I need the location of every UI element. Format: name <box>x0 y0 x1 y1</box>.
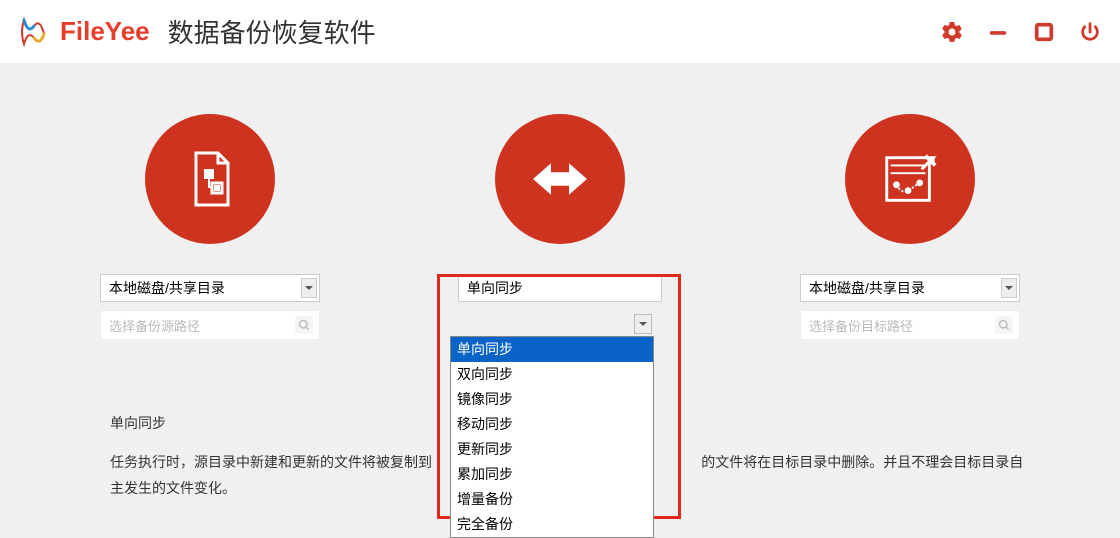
target-path-input[interactable]: 选择备份目标路径 <box>800 310 1020 340</box>
app-title: 数据备份恢复软件 <box>168 13 376 50</box>
app-logo-icon <box>18 16 50 48</box>
dropdown-button-icon <box>1001 278 1017 298</box>
search-icon <box>295 316 313 334</box>
mode-option[interactable]: 镜像同步 <box>451 387 653 412</box>
mode-option[interactable]: 移动同步 <box>451 412 653 437</box>
mode-option[interactable]: 更新同步 <box>451 437 653 462</box>
mode-option[interactable]: 单向同步 <box>451 337 653 362</box>
search-icon <box>995 316 1013 334</box>
target-column: 本地磁盘/共享目录 选择备份目标路径 <box>760 114 1060 340</box>
maximize-button[interactable] <box>1032 20 1056 44</box>
mode-option[interactable]: 双向同步 <box>451 362 653 387</box>
main-content: 本地磁盘/共享目录 选择备份源路径 单向同步 <box>0 64 1120 340</box>
source-path-input[interactable]: 选择备份源路径 <box>100 310 320 340</box>
mode-option[interactable]: 累加同步 <box>451 462 653 487</box>
window-controls <box>940 20 1102 44</box>
brand-name: FileYee <box>60 16 150 47</box>
mode-circle-icon <box>495 114 625 244</box>
power-button[interactable] <box>1078 20 1102 44</box>
mode-option[interactable]: 完全备份 <box>451 512 653 537</box>
mode-option[interactable]: 增量备份 <box>451 487 653 512</box>
mode-selected-label: 单向同步 <box>467 278 523 298</box>
target-path-placeholder: 选择备份目标路径 <box>809 316 995 335</box>
mode-dropdown-button[interactable] <box>634 314 652 334</box>
mode-column: 单向同步 <box>410 114 710 310</box>
target-type-label: 本地磁盘/共享目录 <box>809 278 925 298</box>
header-bar: FileYee 数据备份恢复软件 <box>0 0 1120 64</box>
dropdown-button-icon <box>301 278 317 298</box>
minimize-button[interactable] <box>986 20 1010 44</box>
mode-dropdown-list: 单向同步 双向同步 镜像同步 移动同步 更新同步 累加同步 增量备份 完全备份 <box>450 336 654 538</box>
source-path-placeholder: 选择备份源路径 <box>109 316 295 335</box>
source-type-label: 本地磁盘/共享目录 <box>109 278 225 298</box>
source-circle-icon <box>145 114 275 244</box>
source-column: 本地磁盘/共享目录 选择备份源路径 <box>60 114 360 340</box>
settings-button[interactable] <box>940 20 964 44</box>
target-type-select[interactable]: 本地磁盘/共享目录 <box>800 274 1020 302</box>
target-circle-icon <box>845 114 975 244</box>
mode-select[interactable]: 单向同步 <box>458 274 662 302</box>
source-type-select[interactable]: 本地磁盘/共享目录 <box>100 274 320 302</box>
